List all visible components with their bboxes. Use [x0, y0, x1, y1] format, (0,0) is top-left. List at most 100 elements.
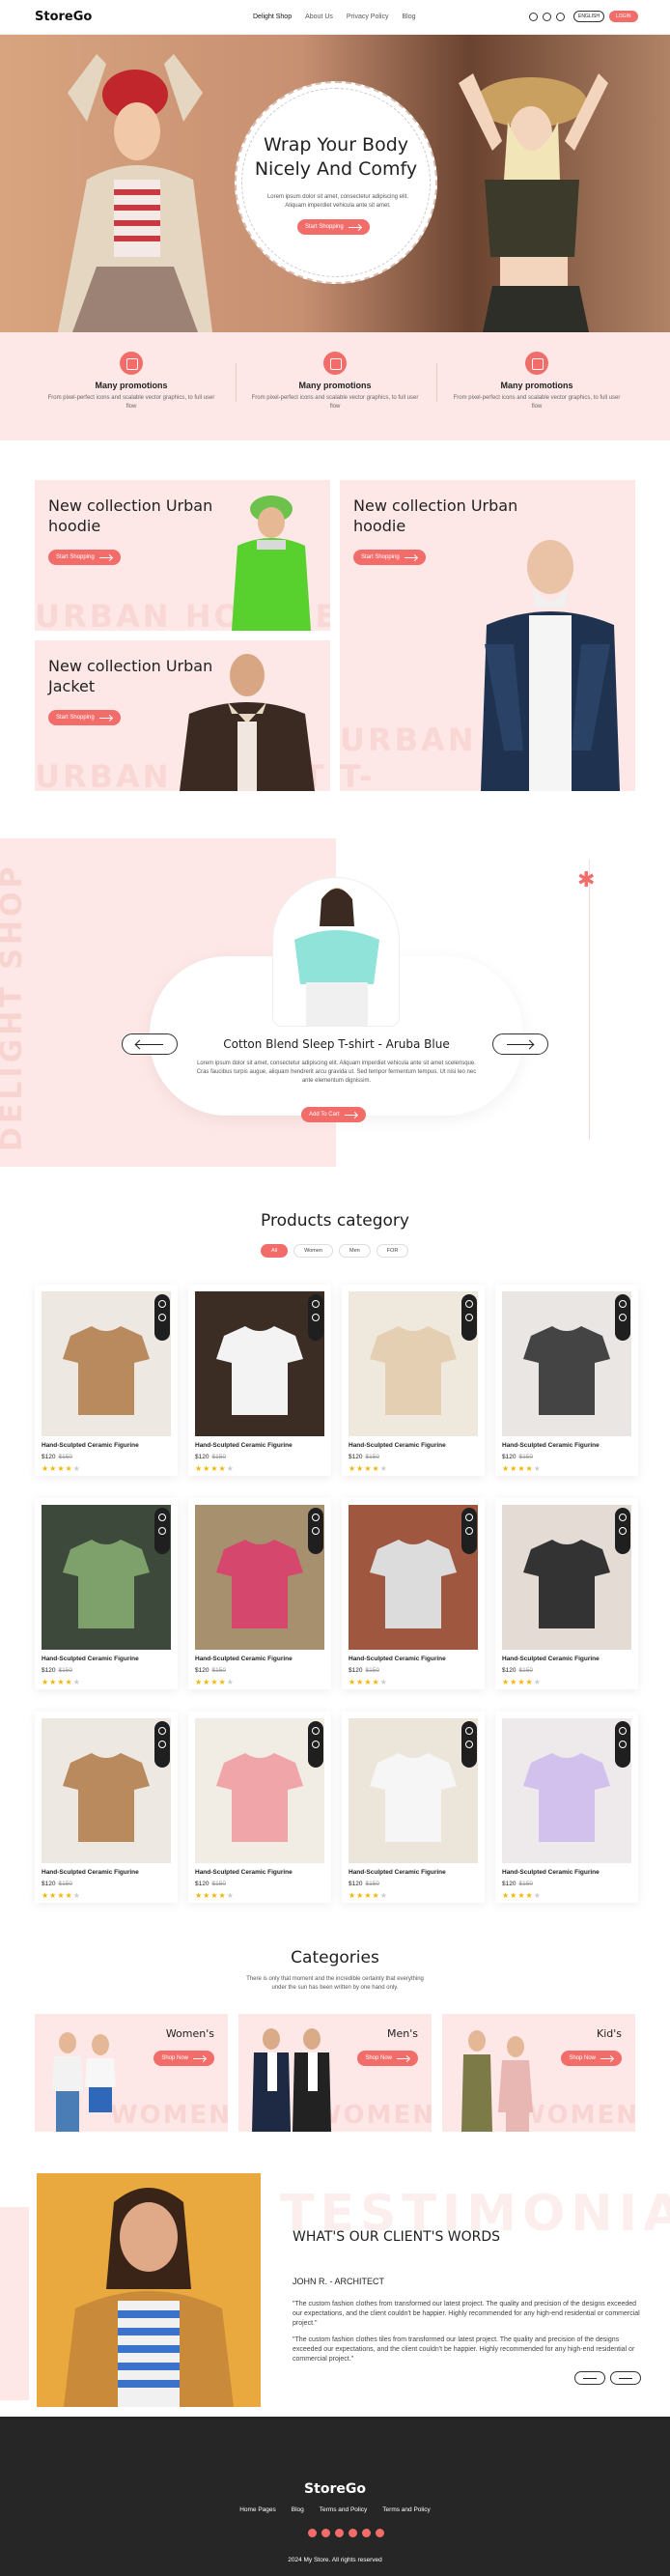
- footer-logo[interactable]: StoreGo: [0, 2481, 670, 2497]
- footer-link-policy[interactable]: Terms and Policy: [382, 2506, 431, 2513]
- nav-delight-shop[interactable]: Delight Shop: [253, 14, 292, 20]
- product-image[interactable]: [42, 1291, 171, 1436]
- collection-card-tshirt[interactable]: URBAN T-SHIRT New collection Urban hoodi…: [340, 480, 635, 791]
- filter-men[interactable]: Men: [338, 1244, 371, 1258]
- heart-icon[interactable]: [312, 1727, 320, 1735]
- product-name[interactable]: Hand-Sculpted Ceramic Figurine: [195, 1869, 293, 1876]
- category-card-men[interactable]: WOMEN Men's Shop Now: [238, 2014, 432, 2132]
- product-name[interactable]: Hand-Sculpted Ceramic Figurine: [195, 1656, 293, 1662]
- heart-icon[interactable]: [465, 1300, 473, 1308]
- collection-start-shopping-button[interactable]: Start Shopping: [48, 550, 121, 565]
- heart-icon[interactable]: [619, 1727, 627, 1735]
- add-to-cart-button[interactable]: Add To Cart: [301, 1107, 366, 1122]
- footer-link-terms[interactable]: Terms and Policy: [320, 2506, 368, 2513]
- cart-icon[interactable]: [158, 1314, 166, 1321]
- cart-icon[interactable]: [312, 1314, 320, 1321]
- nav-about-us[interactable]: About Us: [305, 14, 333, 20]
- cart-icon[interactable]: [619, 1527, 627, 1535]
- user-icon[interactable]: [543, 12, 551, 21]
- category-card-kids[interactable]: WOMEN Kid's Shop Now: [442, 2014, 635, 2132]
- product-card[interactable]: Hand-Sculpted Ceramic Figurine $120 $150 ★★…: [188, 1712, 331, 1903]
- product-name[interactable]: Hand-Sculpted Ceramic Figurine: [42, 1869, 139, 1876]
- shop-now-button[interactable]: Shop Now: [561, 2051, 622, 2066]
- pinterest-icon[interactable]: [376, 2529, 384, 2537]
- linkedin-icon[interactable]: [349, 2529, 357, 2537]
- language-select[interactable]: ENGLISH: [573, 11, 604, 22]
- cart-icon[interactable]: [556, 12, 565, 21]
- testimonial-next-arrow[interactable]: [610, 2371, 641, 2385]
- instagram-icon[interactable]: [335, 2529, 344, 2537]
- facebook-icon[interactable]: [308, 2529, 317, 2537]
- collection-start-shopping-button[interactable]: Start Shopping: [48, 710, 121, 725]
- cart-icon[interactable]: [465, 1314, 473, 1321]
- product-card[interactable]: Hand-Sculpted Ceramic Figurine $120 $150 ★★…: [342, 1498, 485, 1689]
- category-card-women[interactable]: WOMEN Women's Shop Now: [35, 2014, 228, 2132]
- featured-product-image[interactable]: [272, 877, 400, 1027]
- product-name[interactable]: Hand-Sculpted Ceramic Figurine: [349, 1869, 446, 1876]
- cart-icon[interactable]: [619, 1314, 627, 1321]
- product-image[interactable]: [349, 1291, 478, 1436]
- nav-privacy-policy[interactable]: Privacy Policy: [347, 14, 389, 20]
- cart-icon[interactable]: [158, 1741, 166, 1748]
- testimonial-prev-arrow[interactable]: [574, 2371, 605, 2385]
- cart-icon[interactable]: [619, 1741, 627, 1748]
- cart-icon[interactable]: [312, 1741, 320, 1748]
- product-card[interactable]: Hand-Sculpted Ceramic Figurine $120 $150 ★★…: [342, 1285, 485, 1476]
- product-name[interactable]: Hand-Sculpted Ceramic Figurine: [502, 1869, 600, 1876]
- heart-icon[interactable]: [158, 1727, 166, 1735]
- heart-icon[interactable]: [619, 1514, 627, 1521]
- product-name[interactable]: Hand-Sculpted Ceramic Figurine: [349, 1442, 446, 1449]
- heart-icon[interactable]: [158, 1300, 166, 1308]
- cart-icon[interactable]: [158, 1527, 166, 1535]
- shop-now-button[interactable]: Shop Now: [154, 2051, 214, 2066]
- collection-start-shopping-button[interactable]: Start Shopping: [353, 550, 426, 565]
- product-card[interactable]: Hand-Sculpted Ceramic Figurine $120 $150 ★★…: [188, 1498, 331, 1689]
- heart-icon[interactable]: [465, 1727, 473, 1735]
- collection-card-hoodie[interactable]: URBAN HOODIE New collection Urban hoodie…: [35, 480, 330, 631]
- brand-logo[interactable]: StoreGo: [35, 10, 92, 24]
- twitter-icon[interactable]: [321, 2529, 330, 2537]
- product-card[interactable]: Hand-Sculpted Ceramic Figurine $120 $150 ★★…: [35, 1498, 178, 1689]
- login-button[interactable]: LOGIN: [608, 11, 638, 22]
- product-card[interactable]: Hand-Sculpted Ceramic Figurine $120 $150 ★★…: [495, 1712, 638, 1903]
- cart-icon[interactable]: [465, 1527, 473, 1535]
- product-image[interactable]: [349, 1505, 478, 1650]
- footer-link-blog[interactable]: Blog: [292, 2506, 304, 2513]
- collection-card-jacket[interactable]: URBAN JACKET New collection Urban Jacket…: [35, 640, 330, 791]
- product-name[interactable]: Hand-Sculpted Ceramic Figurine: [349, 1656, 446, 1662]
- product-card[interactable]: Hand-Sculpted Ceramic Figurine $120 $150 ★★…: [342, 1712, 485, 1903]
- product-image[interactable]: [502, 1291, 631, 1436]
- product-card[interactable]: Hand-Sculpted Ceramic Figurine $120 $150 ★★…: [35, 1712, 178, 1903]
- nav-blog[interactable]: Blog: [402, 14, 415, 20]
- product-card[interactable]: Hand-Sculpted Ceramic Figurine $120 $150 ★★…: [495, 1498, 638, 1689]
- footer-link-home[interactable]: Home Pages: [239, 2506, 276, 2513]
- heart-icon[interactable]: [312, 1514, 320, 1521]
- heart-icon[interactable]: [619, 1300, 627, 1308]
- product-image[interactable]: [42, 1505, 171, 1650]
- heart-icon[interactable]: [465, 1514, 473, 1521]
- cart-icon[interactable]: [465, 1741, 473, 1748]
- product-name[interactable]: Hand-Sculpted Ceramic Figurine: [195, 1442, 293, 1449]
- filter-for[interactable]: FOR: [376, 1244, 409, 1258]
- product-image[interactable]: [195, 1718, 324, 1863]
- product-image[interactable]: [502, 1718, 631, 1863]
- cart-icon[interactable]: [312, 1527, 320, 1535]
- hero-start-shopping-button[interactable]: Start Shopping: [297, 219, 370, 235]
- heart-icon[interactable]: [312, 1300, 320, 1308]
- shop-now-button[interactable]: Shop Now: [357, 2051, 418, 2066]
- product-card[interactable]: Hand-Sculpted Ceramic Figurine $120 $150 ★★…: [35, 1285, 178, 1476]
- product-name[interactable]: Hand-Sculpted Ceramic Figurine: [502, 1442, 600, 1449]
- product-name[interactable]: Hand-Sculpted Ceramic Figurine: [502, 1656, 600, 1662]
- search-icon[interactable]: [529, 12, 538, 21]
- product-name[interactable]: Hand-Sculpted Ceramic Figurine: [42, 1656, 139, 1662]
- product-image[interactable]: [195, 1291, 324, 1436]
- filter-women[interactable]: Women: [293, 1244, 333, 1258]
- filter-all[interactable]: All: [261, 1244, 289, 1258]
- product-image[interactable]: [349, 1718, 478, 1863]
- product-image[interactable]: [195, 1505, 324, 1650]
- product-name[interactable]: Hand-Sculpted Ceramic Figurine: [42, 1442, 139, 1449]
- product-image[interactable]: [502, 1505, 631, 1650]
- product-card[interactable]: Hand-Sculpted Ceramic Figurine $120 $150 ★★…: [495, 1285, 638, 1476]
- heart-icon[interactable]: [158, 1514, 166, 1521]
- youtube-icon[interactable]: [362, 2529, 371, 2537]
